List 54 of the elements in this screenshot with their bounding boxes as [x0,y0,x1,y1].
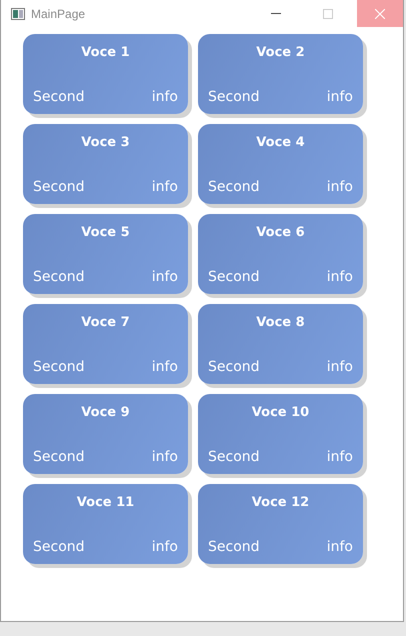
card-info: info [152,269,178,285]
card-info: info [326,269,353,285]
card-title: Voce 1 [81,45,130,60]
card-info: info [326,449,353,465]
item-card[interactable]: Voce 7 Second info [23,304,188,384]
card-label: Second [33,449,85,465]
window-title: MainPage [31,6,86,20]
card-info: info [152,179,178,195]
card-title: Voce 5 [81,225,130,240]
card-info: info [152,359,178,375]
card-title: Voce 3 [81,135,130,150]
item-card[interactable]: Voce 12 Second info [198,484,363,564]
item-card[interactable]: Voce 3 Second info [23,124,188,204]
close-icon [375,8,385,18]
card-title: Voce 10 [252,405,310,420]
item-card[interactable]: Voce 1 Second info [23,34,188,114]
card-info: info [152,449,178,465]
card-info: info [326,539,353,555]
card-label: Second [33,89,85,105]
item-card[interactable]: Voce 10 Second info [198,394,363,474]
app-icon [11,8,25,20]
item-card[interactable]: Voce 5 Second info [23,214,188,294]
card-info: info [326,89,353,105]
card-label: Second [208,449,260,465]
card-label: Second [33,539,85,555]
card-label: Second [208,359,260,375]
card-label: Second [208,269,260,285]
card-title: Voce 8 [256,315,305,330]
card-title: Voce 11 [76,495,134,510]
card-label: Second [208,89,260,105]
item-card[interactable]: Voce 4 Second info [198,124,363,204]
item-card[interactable]: Voce 6 Second info [198,214,363,294]
card-label: Second [33,359,85,375]
card-info: info [326,179,353,195]
card-label: Second [33,179,85,195]
card-title: Voce 4 [256,135,305,150]
minimize-icon [271,13,281,14]
item-card[interactable]: Voce 9 Second info [23,394,188,474]
item-card[interactable]: Voce 8 Second info [198,304,363,384]
card-info: info [326,359,353,375]
item-card[interactable]: Voce 11 Second info [23,484,188,564]
card-title: Voce 12 [252,495,310,510]
card-info: info [152,89,178,105]
card-info: info [152,539,178,555]
card-label: Second [208,539,260,555]
card-title: Voce 7 [81,315,130,330]
item-card[interactable]: Voce 2 Second info [198,34,363,114]
close-button[interactable] [357,0,403,27]
card-label: Second [33,269,85,285]
card-title: Voce 9 [81,405,130,420]
maximize-icon [323,8,333,18]
card-title: Voce 2 [256,45,305,60]
card-title: Voce 6 [256,225,305,240]
card-label: Second [208,179,260,195]
